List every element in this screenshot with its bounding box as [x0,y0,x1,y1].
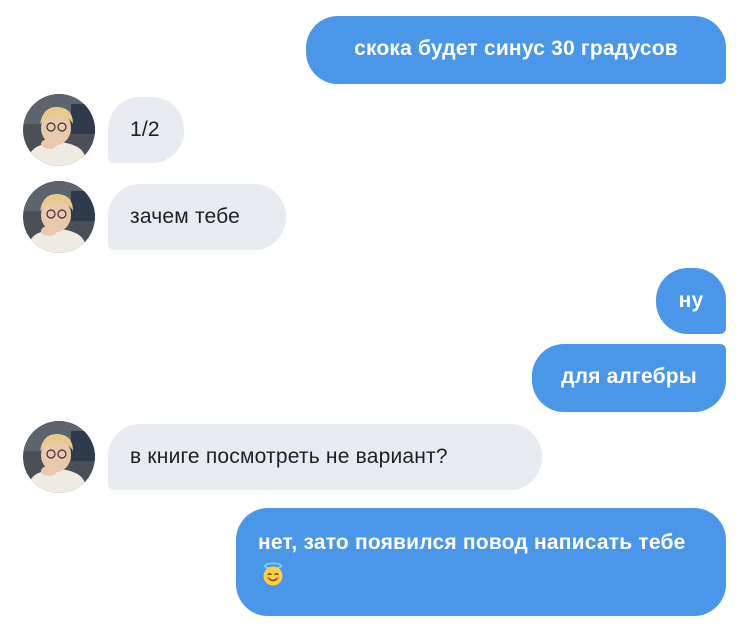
message-text: нет, зато появился повод написать тебе [258,531,686,554]
message-text: в книге посмотреть не вариант? [130,445,448,468]
outgoing-message-bubble[interactable]: для алгебры [532,344,726,412]
chat-thread: скока будет синус 30 градусов 1/2 зачем … [0,0,750,632]
message-text: скока будет синус 30 градусов [354,37,678,60]
incoming-message-bubble[interactable]: 1/2 [108,97,184,163]
contact-avatar[interactable] [23,421,95,493]
contact-avatar[interactable] [23,94,95,166]
incoming-message-bubble[interactable]: в книге посмотреть не вариант? [108,424,542,490]
message-text: 1/2 [130,118,160,141]
contact-avatar[interactable] [23,181,95,253]
message-text: для алгебры [561,365,697,388]
outgoing-message-bubble[interactable]: скока будет синус 30 градусов [306,16,726,84]
outgoing-message-bubble[interactable]: нет, зато появился повод написать тебе [236,508,726,616]
avatar-photo-icon [23,421,95,493]
incoming-message-bubble[interactable]: зачем тебе [108,184,286,250]
smiling-face-with-halo-icon [262,562,284,597]
avatar-photo-icon [23,181,95,253]
message-text: зачем тебе [130,205,241,228]
message-text: ну [678,289,704,312]
avatar-photo-icon [23,94,95,166]
outgoing-message-bubble[interactable]: ну [656,268,726,334]
